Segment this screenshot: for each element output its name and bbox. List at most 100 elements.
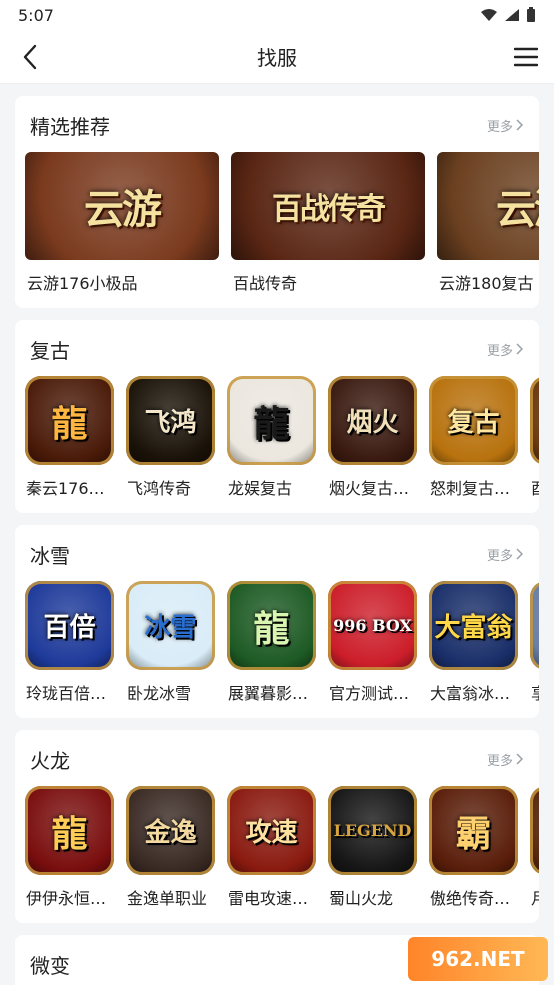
server-list: 精选推荐更多云游云游176小极品百战传奇百战传奇云游云游180复古复古更多龍秦云… [0, 84, 554, 985]
game-card[interactable]: 攻速 雷电攻速… [227, 786, 316, 909]
game-card[interactable]: 冰雪卧龙冰雪 [126, 581, 215, 704]
game-card[interactable]: 龍展翼暮影… [227, 581, 316, 704]
game-logo-text: 攻速 [245, 818, 298, 848]
game-artwork: 大富翁 [429, 581, 518, 670]
chevron-right-icon [516, 343, 523, 355]
hamburger-menu-icon [514, 47, 538, 67]
section-header: 冰雪 更多 [25, 539, 539, 569]
section-title: 复古 [30, 338, 70, 363]
status-time: 5:07 [18, 5, 54, 25]
game-logo-text: 百战传奇 [272, 192, 386, 227]
section-header: 复古 更多 [25, 334, 539, 364]
game-artwork [530, 376, 539, 465]
game-name: 玲珑百倍… [26, 684, 107, 703]
game-card[interactable]: 复古怒刺复古… [429, 376, 518, 499]
more-link[interactable]: 更多 [487, 340, 523, 359]
game-card[interactable]: 龍秦云176… [25, 376, 114, 499]
game-card[interactable]: 大富翁大富翁冰… [429, 581, 518, 704]
game-logo-text: 大富翁 [434, 613, 513, 643]
game-artwork [530, 786, 539, 875]
back-button[interactable] [16, 43, 44, 71]
wifi-icon [481, 9, 497, 21]
game-logo-text: 云游 [84, 186, 162, 233]
game-artwork: LEGEND [328, 786, 417, 875]
game-artwork [530, 581, 539, 670]
game-name: 百战传奇 [233, 274, 298, 293]
game-card[interactable]: 996 BOX 官方测试… [328, 581, 417, 704]
game-logo-text: 云游 [496, 186, 539, 233]
game-card[interactable]: 百战传奇 百战传奇 [231, 152, 425, 294]
more-link[interactable]: 更多 [487, 545, 523, 564]
game-artwork: 烟火 [328, 376, 417, 465]
game-name: 展翼暮影… [228, 684, 309, 703]
section-3: 火龙 更多龍伊伊永恒… 金逸 金逸单职业 攻速 雷电攻速… LEGEND 蜀山火龙霸傲绝传奇…… [15, 730, 539, 923]
game-card[interactable]: 飞鸿飞鸿传奇 [126, 376, 215, 499]
section-2: 冰雪 更多 百倍 玲珑百倍… 冰雪 卧龙冰雪龍展翼暮影… 996 BOX 官方测试… 大富翁 大富… [15, 525, 539, 718]
game-logo-text: 冰雪 [144, 613, 197, 643]
more-link[interactable]: 更多 [487, 750, 523, 769]
game-name: 官方测试… [329, 684, 410, 703]
game-card[interactable]: 龍龙娱复古 [227, 376, 316, 499]
game-name: 龙娱复古 [228, 479, 293, 498]
page-title: 找服 [257, 46, 297, 70]
game-card[interactable]: 月 [530, 786, 539, 909]
game-artwork: 龍 [25, 376, 114, 465]
section-header: 精选推荐 更多 [25, 110, 539, 140]
game-card[interactable]: 金逸 金逸单职业 [126, 786, 215, 909]
game-row: 百倍玲珑百倍…冰雪卧龙冰雪龍展翼暮影…996 BOX官方测试…大富翁大富翁冰…享 [25, 581, 539, 704]
game-card[interactable]: 龍伊伊永恒… [25, 786, 114, 909]
game-row: 龍秦云176…飞鸿飞鸿传奇龍龙娱复古烟火烟火复古…复古怒刺复古…酉 [25, 376, 539, 499]
game-row: 云游云游176小极品百战传奇百战传奇云游云游180复古 [25, 152, 539, 294]
game-logo-text: 飞鸿 [144, 408, 197, 438]
chevron-right-icon [516, 119, 523, 131]
menu-button[interactable] [512, 43, 540, 71]
game-artwork: 金逸 [126, 786, 215, 875]
game-name: 伊伊永恒… [26, 889, 107, 908]
game-artwork: 龍 [227, 581, 316, 670]
section-title: 微变 [30, 953, 70, 978]
section-header: 火龙 更多 [25, 744, 539, 774]
game-logo-text: 龍 [51, 402, 88, 445]
game-artwork: 云游 [437, 152, 539, 260]
game-artwork: 复古 [429, 376, 518, 465]
status-icons [480, 7, 536, 23]
game-name: 飞鸿传奇 [127, 479, 192, 498]
game-artwork: 996 BOX [328, 581, 417, 670]
game-name: 怒刺复古… [430, 479, 511, 498]
game-card[interactable]: LEGEND 蜀山火龙 [328, 786, 417, 909]
game-card[interactable]: 霸傲绝传奇… [429, 786, 518, 909]
game-card[interactable]: 酉 [530, 376, 539, 499]
game-artwork: 云游 [25, 152, 219, 260]
section-1: 复古更多龍秦云176…飞鸿飞鸿传奇龍龙娱复古烟火烟火复古…复古怒刺复古…酉 [15, 320, 539, 513]
game-artwork: 霸 [429, 786, 518, 875]
game-name: 月 [530, 885, 539, 909]
game-logo-text: 996 BOX [333, 616, 412, 635]
more-label: 更多 [486, 119, 513, 135]
game-name: 秦云176… [26, 479, 105, 498]
section-title: 火龙 [30, 748, 70, 773]
more-label: 更多 [486, 548, 513, 564]
game-card[interactable]: 云游云游180复古 [437, 152, 539, 294]
status-bar: 5:07 [0, 0, 554, 30]
game-artwork: 冰雪 [126, 581, 215, 670]
game-artwork: 攻速 [227, 786, 316, 875]
game-artwork: 龍 [227, 376, 316, 465]
game-card[interactable]: 云游云游176小极品 [25, 152, 219, 294]
game-logo-text: 金逸 [144, 818, 197, 848]
chevron-right-icon [516, 753, 523, 765]
game-card[interactable]: 百倍 玲珑百倍… [25, 581, 114, 704]
game-name: 蜀山火龙 [329, 889, 394, 908]
game-name: 大富翁冰… [430, 684, 511, 703]
more-link[interactable]: 更多 [487, 116, 523, 135]
game-card[interactable]: 烟火 烟火复古… [328, 376, 417, 499]
game-name: 云游176小极品 [27, 274, 138, 293]
game-logo-text: 霸 [455, 812, 492, 855]
game-name: 傲绝传奇… [430, 889, 511, 908]
watermark-logo: 962.NET [408, 937, 548, 981]
game-name: 卧龙冰雪 [127, 684, 192, 703]
page: 5:07 找服 精选推荐更多云游云游176小极品百战传奇百战传奇云游云游180复… [0, 0, 554, 985]
section-title: 冰雪 [30, 543, 70, 568]
game-card[interactable]: 享 [530, 581, 539, 704]
game-artwork: 龍 [25, 786, 114, 875]
game-row: 龍伊伊永恒…金逸金逸单职业攻速雷电攻速…LEGEND蜀山火龙霸傲绝传奇…月 [25, 786, 539, 909]
